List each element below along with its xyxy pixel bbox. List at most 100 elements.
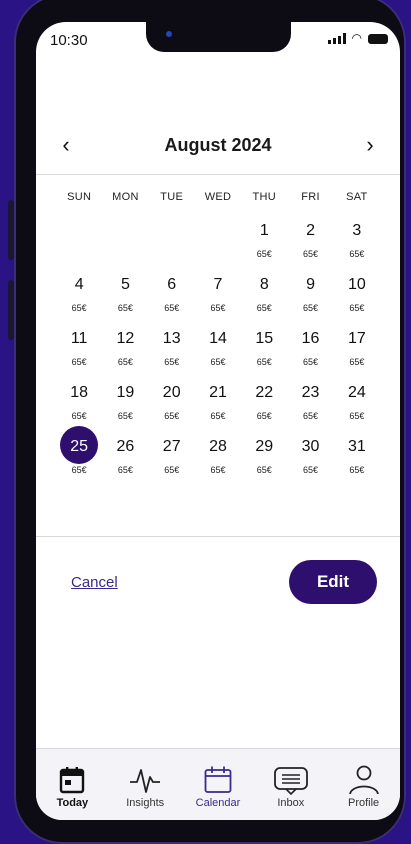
day-number: 17 bbox=[347, 330, 366, 347]
day-number: 21 bbox=[209, 384, 227, 401]
phone-side-button bbox=[8, 200, 14, 260]
day-number: 18 bbox=[70, 384, 89, 401]
calendar-empty-cell bbox=[56, 218, 102, 272]
day-price: 65€ bbox=[117, 411, 133, 421]
calendar-day[interactable]: 17 65€ bbox=[334, 326, 380, 380]
day-price: 65€ bbox=[71, 357, 87, 367]
calendar-day[interactable]: 11 65€ bbox=[56, 326, 102, 380]
calendar-day[interactable]: 22 65€ bbox=[241, 380, 287, 434]
day-number: 5 bbox=[120, 276, 130, 293]
calendar-day[interactable]: 29 65€ bbox=[241, 434, 287, 488]
day-number: 25 bbox=[70, 438, 89, 455]
tab-profile[interactable]: Profile bbox=[329, 749, 399, 820]
day-price: 65€ bbox=[210, 411, 226, 421]
calendar-day[interactable]: 19 65€ bbox=[102, 380, 148, 434]
calendar-day[interactable]: 26 65€ bbox=[102, 434, 148, 488]
weekday-label: SAT bbox=[346, 191, 368, 203]
day-price: 65€ bbox=[303, 357, 319, 367]
day-price: 65€ bbox=[303, 411, 319, 421]
day-number: 9 bbox=[306, 276, 316, 293]
wifi-icon: ◠ bbox=[351, 31, 362, 45]
phone-side-button bbox=[8, 280, 14, 340]
status-icons: ◠ bbox=[327, 31, 388, 45]
day-price: 65€ bbox=[256, 357, 272, 367]
day-price: 65€ bbox=[71, 465, 87, 475]
calendar-day[interactable]: 20 65€ bbox=[149, 380, 195, 434]
day-number: 3 bbox=[352, 222, 362, 239]
calendar-day[interactable]: 7 65€ bbox=[195, 272, 241, 326]
tab-calendar[interactable]: Calendar bbox=[183, 749, 253, 820]
camera-notch bbox=[146, 22, 291, 52]
day-price: 65€ bbox=[164, 303, 180, 313]
header-divider bbox=[36, 174, 400, 175]
day-number: 16 bbox=[301, 330, 320, 347]
day-price: 65€ bbox=[117, 465, 133, 475]
calendar-day[interactable]: 21 65€ bbox=[195, 380, 241, 434]
day-number: 7 bbox=[213, 276, 223, 293]
next-month-button[interactable]: › bbox=[340, 132, 400, 158]
day-number: 29 bbox=[255, 438, 274, 455]
day-number: 2 bbox=[306, 222, 316, 239]
tab-insights[interactable]: Insights bbox=[110, 749, 180, 820]
day-price: 65€ bbox=[349, 465, 365, 475]
day-price: 65€ bbox=[349, 411, 365, 421]
calendar-day[interactable]: 15 65€ bbox=[241, 326, 287, 380]
calendar-day[interactable]: 14 65€ bbox=[195, 326, 241, 380]
tab-label: Insights bbox=[126, 797, 165, 809]
calendar-grid: 1 65€ 2 65€ 3 65€ 4 65€ 5 65€ 6 65€ 7 65€ 8 65€ 9 65€ 10 65… bbox=[56, 218, 380, 488]
day-number: 1 bbox=[259, 222, 269, 239]
calendar-day[interactable]: 10 65€ bbox=[334, 272, 380, 326]
day-number: 19 bbox=[116, 384, 135, 401]
day-number: 22 bbox=[255, 384, 274, 401]
tab-label: Inbox bbox=[277, 797, 305, 809]
day-number: 31 bbox=[347, 438, 366, 455]
calendar-day-icon bbox=[60, 767, 85, 794]
calendar-day[interactable]: 8 65€ bbox=[241, 272, 287, 326]
day-price: 65€ bbox=[256, 249, 272, 259]
calendar-day[interactable]: 6 65€ bbox=[149, 272, 195, 326]
cancel-link[interactable]: Cancel bbox=[71, 574, 118, 591]
calendar-day[interactable]: 4 65€ bbox=[56, 272, 102, 326]
calendar-day[interactable]: 31 65€ bbox=[334, 434, 380, 488]
day-price: 65€ bbox=[210, 357, 226, 367]
calendar-day[interactable]: 12 65€ bbox=[102, 326, 148, 380]
calendar-day[interactable]: 1 65€ bbox=[241, 218, 287, 272]
day-price: 65€ bbox=[303, 249, 319, 259]
day-price: 65€ bbox=[349, 357, 365, 367]
bottom-tab-bar: Today Insights Calendar Inbox Profile bbox=[36, 748, 400, 820]
weekday-label: THU bbox=[252, 191, 277, 203]
tab-inbox[interactable]: Inbox bbox=[256, 749, 326, 820]
day-number: 8 bbox=[259, 276, 269, 293]
calendar-day[interactable]: 3 65€ bbox=[334, 218, 380, 272]
calendar-day[interactable]: 28 65€ bbox=[195, 434, 241, 488]
prev-month-button[interactable]: ‹ bbox=[36, 132, 96, 158]
day-number: 27 bbox=[162, 438, 181, 455]
calendar-day[interactable]: 24 65€ bbox=[334, 380, 380, 434]
day-number: 6 bbox=[167, 276, 177, 293]
weekday-label: SUN bbox=[67, 191, 92, 203]
inbox-icon bbox=[273, 767, 308, 795]
calendar-day[interactable]: 23 65€ bbox=[287, 380, 333, 434]
day-price: 65€ bbox=[210, 303, 226, 313]
day-price: 65€ bbox=[256, 411, 272, 421]
status-time: 10:30 bbox=[50, 32, 88, 49]
edit-button[interactable]: Edit bbox=[289, 560, 377, 604]
calendar-day[interactable]: 16 65€ bbox=[287, 326, 333, 380]
weekday-label: FRI bbox=[301, 191, 320, 203]
day-number: 4 bbox=[74, 276, 84, 293]
day-price: 65€ bbox=[303, 303, 319, 313]
profile-icon bbox=[348, 765, 379, 795]
tab-today[interactable]: Today bbox=[37, 749, 107, 820]
calendar-day[interactable]: 2 65€ bbox=[287, 218, 333, 272]
calendar-day[interactable]: 30 65€ bbox=[287, 434, 333, 488]
calendar-day[interactable]: 9 65€ bbox=[287, 272, 333, 326]
calendar-day[interactable]: 13 65€ bbox=[149, 326, 195, 380]
weekday-label: MON bbox=[112, 191, 139, 203]
calendar-icon bbox=[204, 766, 232, 793]
calendar-day[interactable]: 5 65€ bbox=[102, 272, 148, 326]
calendar-empty-cell bbox=[102, 218, 148, 272]
day-price: 65€ bbox=[164, 357, 180, 367]
calendar-day-selected[interactable]: 25 65€ bbox=[56, 426, 102, 488]
calendar-day[interactable]: 27 65€ bbox=[149, 434, 195, 488]
battery-icon bbox=[368, 34, 388, 44]
